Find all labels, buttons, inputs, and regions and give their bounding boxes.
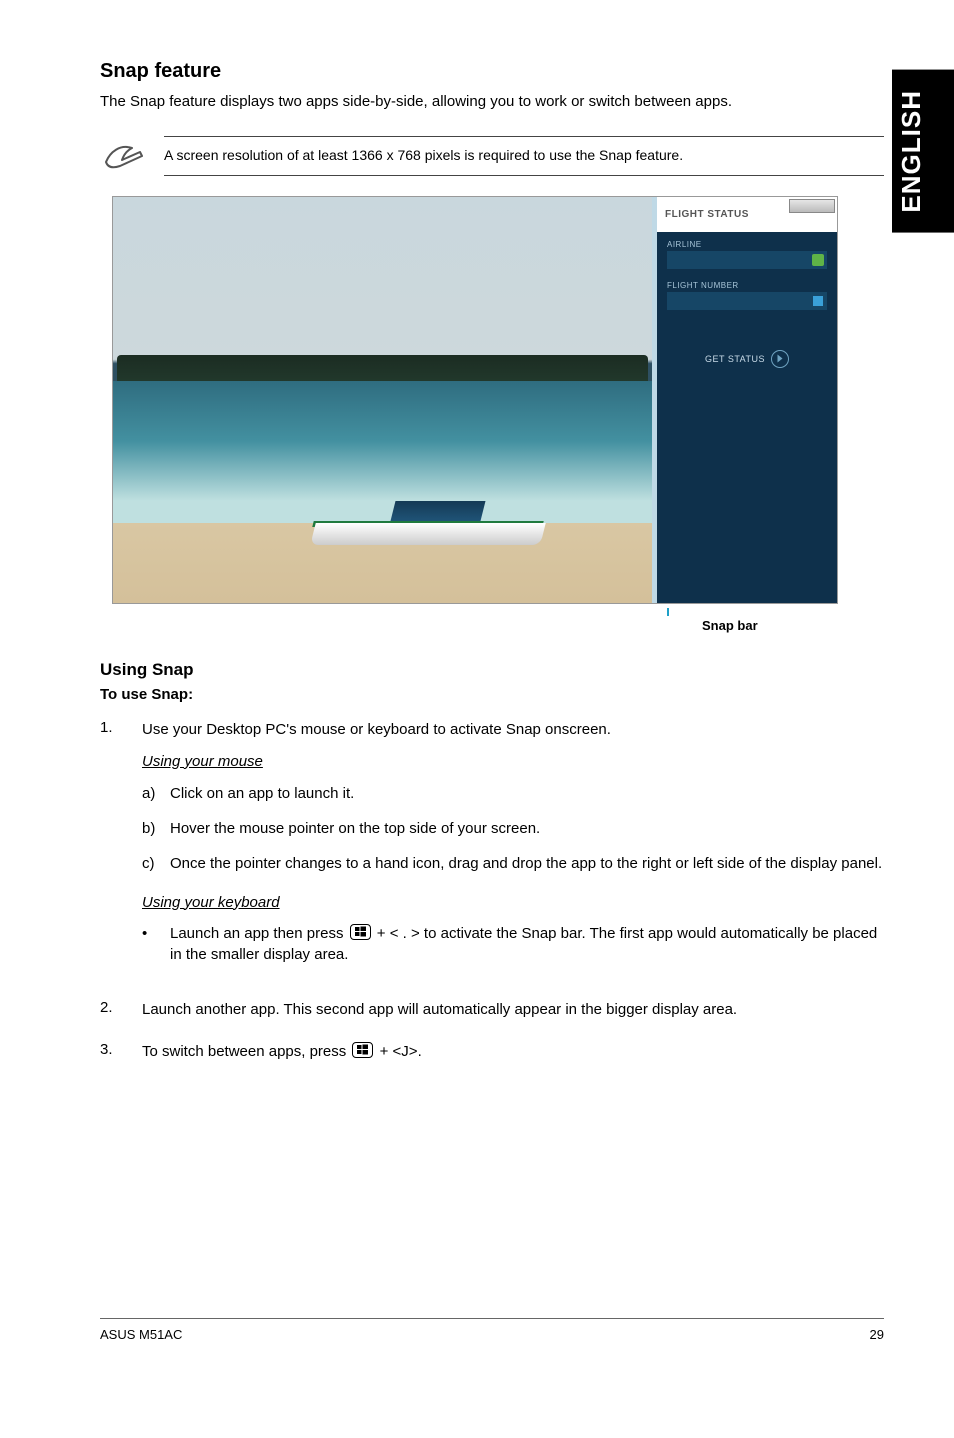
window-controls-icon: [789, 199, 835, 213]
airline-label: AIRLINE: [667, 240, 827, 249]
step3-text: To switch between apps, press + <J>.: [142, 1041, 884, 1063]
step1-text: Use your Desktop PC's mouse or keyboard …: [142, 719, 884, 741]
using-keyboard-heading: Using your keyboard: [142, 892, 884, 914]
snap-screenshot: FLIGHT STATUS AIRLINE FLIGHT NUMBER GET …: [112, 196, 838, 604]
bullet-marker: •: [142, 923, 170, 965]
language-tab: ENGLISH: [892, 70, 954, 233]
section-lead: The Snap feature displays two apps side-…: [100, 91, 884, 112]
list-number: 1.: [100, 719, 142, 979]
list-number: 2.: [100, 999, 142, 1021]
step2-text: Launch another app. This second app will…: [142, 999, 884, 1021]
alpha-marker: b): [142, 818, 170, 839]
note-text: A screen resolution of at least 1366 x 7…: [164, 147, 683, 163]
wallpaper-photo: [113, 197, 652, 603]
using-snap-heading: Using Snap: [100, 660, 884, 680]
windows-key-icon: [352, 1042, 373, 1058]
airline-input: [667, 251, 827, 269]
arrow-circle-icon: [771, 350, 789, 368]
note-hand-icon: [100, 134, 146, 178]
get-status-label: GET STATUS: [705, 354, 765, 364]
flight-number-input: [667, 292, 827, 310]
mouse-step-a: Click on an app to launch it.: [170, 783, 354, 804]
mouse-step-c: Once the pointer changes to a hand icon,…: [170, 853, 882, 874]
footer-page-number: 29: [870, 1327, 884, 1342]
alpha-marker: c): [142, 853, 170, 874]
snap-bar-tick-icon: [667, 608, 669, 616]
using-mouse-heading: Using your mouse: [142, 751, 884, 773]
snap-bar-caption: Snap bar: [702, 618, 758, 633]
to-use-snap-label: To use Snap:: [100, 686, 884, 703]
alpha-marker: a): [142, 783, 170, 804]
mouse-step-b: Hover the mouse pointer on the top side …: [170, 818, 540, 839]
flight-number-label: FLIGHT NUMBER: [667, 281, 827, 290]
windows-key-icon: [350, 924, 371, 940]
note-block: A screen resolution of at least 1366 x 7…: [100, 134, 884, 178]
keyboard-step: Launch an app then press + < . > to acti…: [170, 923, 884, 965]
snapped-app-pane: FLIGHT STATUS AIRLINE FLIGHT NUMBER GET …: [652, 197, 837, 603]
section-heading: Snap feature: [100, 60, 884, 83]
list-number: 3.: [100, 1041, 142, 1063]
footer-model: ASUS M51AC: [100, 1327, 182, 1342]
